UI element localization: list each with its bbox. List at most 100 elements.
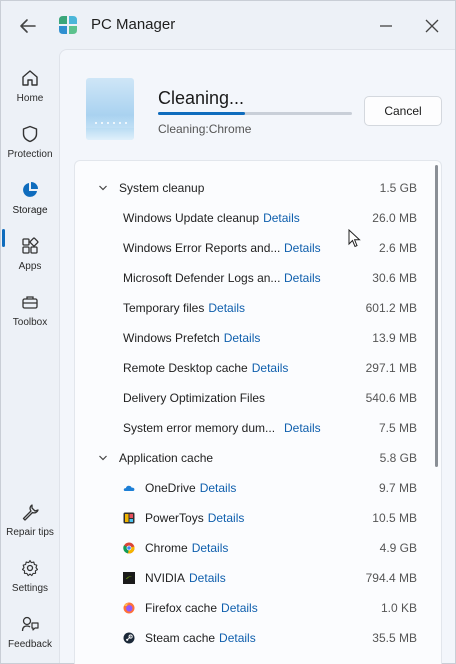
item-size: 7.5 MB: [378, 421, 417, 435]
item-label: Steam cache Details: [145, 631, 256, 645]
sidebar-item-label: Settings: [11, 583, 49, 594]
list-item: Chrome Details 4.9 GB: [75, 533, 435, 563]
cleaning-status-subtitle: Cleaning:Chrome: [158, 122, 252, 136]
details-link[interactable]: Details: [284, 421, 321, 435]
list-item: Firefox cache Details 1.0 KB: [75, 593, 435, 623]
list-item: Windows Error Reports and... Details 2.6…: [75, 233, 435, 263]
sidebar-item-label: Storage: [12, 205, 48, 216]
app-window: PC Manager Home Protection Storage Apps …: [0, 0, 456, 664]
list-item: OneDrive Details 9.7 MB: [75, 473, 435, 503]
details-link[interactable]: Details: [208, 511, 245, 525]
group-size: 5.8 GB: [379, 451, 417, 465]
cleaning-header: Cleaning... Cleaning:Chrome Cancel: [60, 50, 456, 160]
group-header-system-cleanup[interactable]: System cleanup 1.5 GB: [75, 173, 435, 203]
app-title: PC Manager: [91, 16, 176, 33]
group-header-application-cache[interactable]: Application cache 5.8 GB: [75, 443, 435, 473]
title-bar: PC Manager: [1, 1, 455, 49]
details-link[interactable]: Details: [224, 331, 261, 345]
item-size: 540.6 MB: [365, 391, 417, 405]
item-size: 601.2 MB: [365, 301, 417, 315]
item-label: Delivery Optimization Files: [123, 391, 266, 405]
details-link[interactable]: Details: [208, 301, 245, 315]
item-size: 30.6 MB: [372, 271, 417, 285]
apps-grid-icon: [19, 235, 41, 257]
item-label: Remote Desktop cache Details: [123, 361, 289, 375]
firefox-icon: [123, 602, 135, 614]
home-icon: [19, 67, 41, 89]
cleaning-progress-bar: [158, 112, 352, 115]
recycle-bin-image: [86, 78, 134, 140]
sidebar-item-storage[interactable]: Storage: [1, 175, 59, 225]
item-label: NVIDIA Details: [145, 571, 226, 585]
list-item: System error memory dum... Details 7.5 M…: [75, 413, 435, 443]
sidebar-item-toolbox[interactable]: Toolbox: [1, 287, 59, 337]
item-label: Windows Prefetch Details: [123, 331, 261, 345]
chevron-down-icon: [99, 455, 107, 461]
details-link[interactable]: Details: [263, 211, 300, 225]
back-button[interactable]: [15, 13, 41, 39]
minimize-button[interactable]: [373, 13, 399, 39]
mouse-cursor-icon: [348, 229, 361, 248]
details-link[interactable]: Details: [221, 601, 258, 615]
sidebar-item-label: Toolbox: [12, 317, 48, 328]
cleaning-status-title: Cleaning...: [158, 88, 245, 108]
details-link[interactable]: Details: [219, 631, 256, 645]
sidebar-item-home[interactable]: Home: [1, 63, 59, 113]
close-icon: [425, 19, 439, 33]
list-item: Microsoft Defender Logs an... Details 30…: [75, 263, 435, 293]
sidebar-item-label: Protection: [7, 149, 53, 160]
sidebar-item-label: Apps: [18, 261, 42, 272]
chevron-down-icon: [99, 185, 107, 191]
sidebar-item-label: Home: [16, 93, 44, 104]
sidebar-item-protection[interactable]: Protection: [1, 119, 59, 169]
sidebar-item-settings[interactable]: Settings: [1, 553, 59, 603]
list-item: Windows Update cleanup Details 26.0 MB: [75, 203, 435, 233]
pc-manager-logo-icon: [59, 16, 77, 34]
sidebar: Home Protection Storage Apps Toolbox Rep…: [1, 51, 59, 663]
group-label: System cleanup: [119, 181, 205, 195]
cleanup-list: System cleanup 1.5 GB Windows Update cle…: [74, 160, 442, 664]
cancel-button[interactable]: Cancel: [364, 96, 442, 126]
onedrive-icon: [123, 485, 135, 491]
details-link[interactable]: Details: [284, 271, 321, 285]
item-size: 26.0 MB: [372, 211, 417, 225]
feedback-icon: [19, 613, 41, 635]
details-link[interactable]: Details: [252, 361, 289, 375]
pie-chart-icon: [19, 179, 41, 201]
wrench-icon: [19, 501, 41, 523]
sidebar-item-label: Repair tips: [6, 527, 54, 538]
details-link[interactable]: Details: [189, 571, 226, 585]
list-item: Delivery Optimization Files 540.6 MB: [75, 383, 435, 413]
item-label: OneDrive Details: [145, 481, 237, 495]
minimize-icon: [380, 25, 392, 27]
details-link[interactable]: Details: [284, 241, 321, 255]
shield-icon: [19, 123, 41, 145]
item-label: Windows Update cleanup Details: [123, 211, 300, 225]
details-link[interactable]: Details: [192, 541, 229, 555]
bin-pattern-icon: [95, 122, 127, 124]
gear-icon: [19, 557, 41, 579]
item-label: Firefox cache Details: [145, 601, 258, 615]
chrome-icon: [123, 542, 135, 554]
bin-base: [86, 128, 134, 140]
details-link[interactable]: Details: [200, 481, 237, 495]
item-size: 10.5 MB: [372, 511, 417, 525]
item-label: PowerToys Details: [145, 511, 245, 525]
steam-icon: [123, 632, 135, 644]
item-size: 4.9 GB: [379, 541, 417, 555]
item-size: 297.1 MB: [365, 361, 417, 375]
item-size: 2.6 MB: [378, 241, 417, 255]
list-item: Windows Prefetch Details 13.9 MB: [75, 323, 435, 353]
list-item: PowerToys Details 10.5 MB: [75, 503, 435, 533]
close-button[interactable]: [419, 13, 445, 39]
sidebar-item-repair-tips[interactable]: Repair tips: [1, 497, 59, 547]
list-item: NVIDIA Details 794.4 MB: [75, 563, 435, 593]
sidebar-item-apps[interactable]: Apps: [1, 231, 59, 281]
item-label: Microsoft Defender Logs an...: [123, 271, 281, 285]
scrollbar[interactable]: [435, 165, 438, 467]
list-item: Temporary files Details 601.2 MB: [75, 293, 435, 323]
nvidia-icon: [123, 572, 135, 584]
sidebar-item-feedback[interactable]: Feedback: [1, 609, 59, 659]
group-size: 1.5 GB: [379, 181, 417, 195]
item-label: System error memory dum...: [123, 421, 276, 435]
